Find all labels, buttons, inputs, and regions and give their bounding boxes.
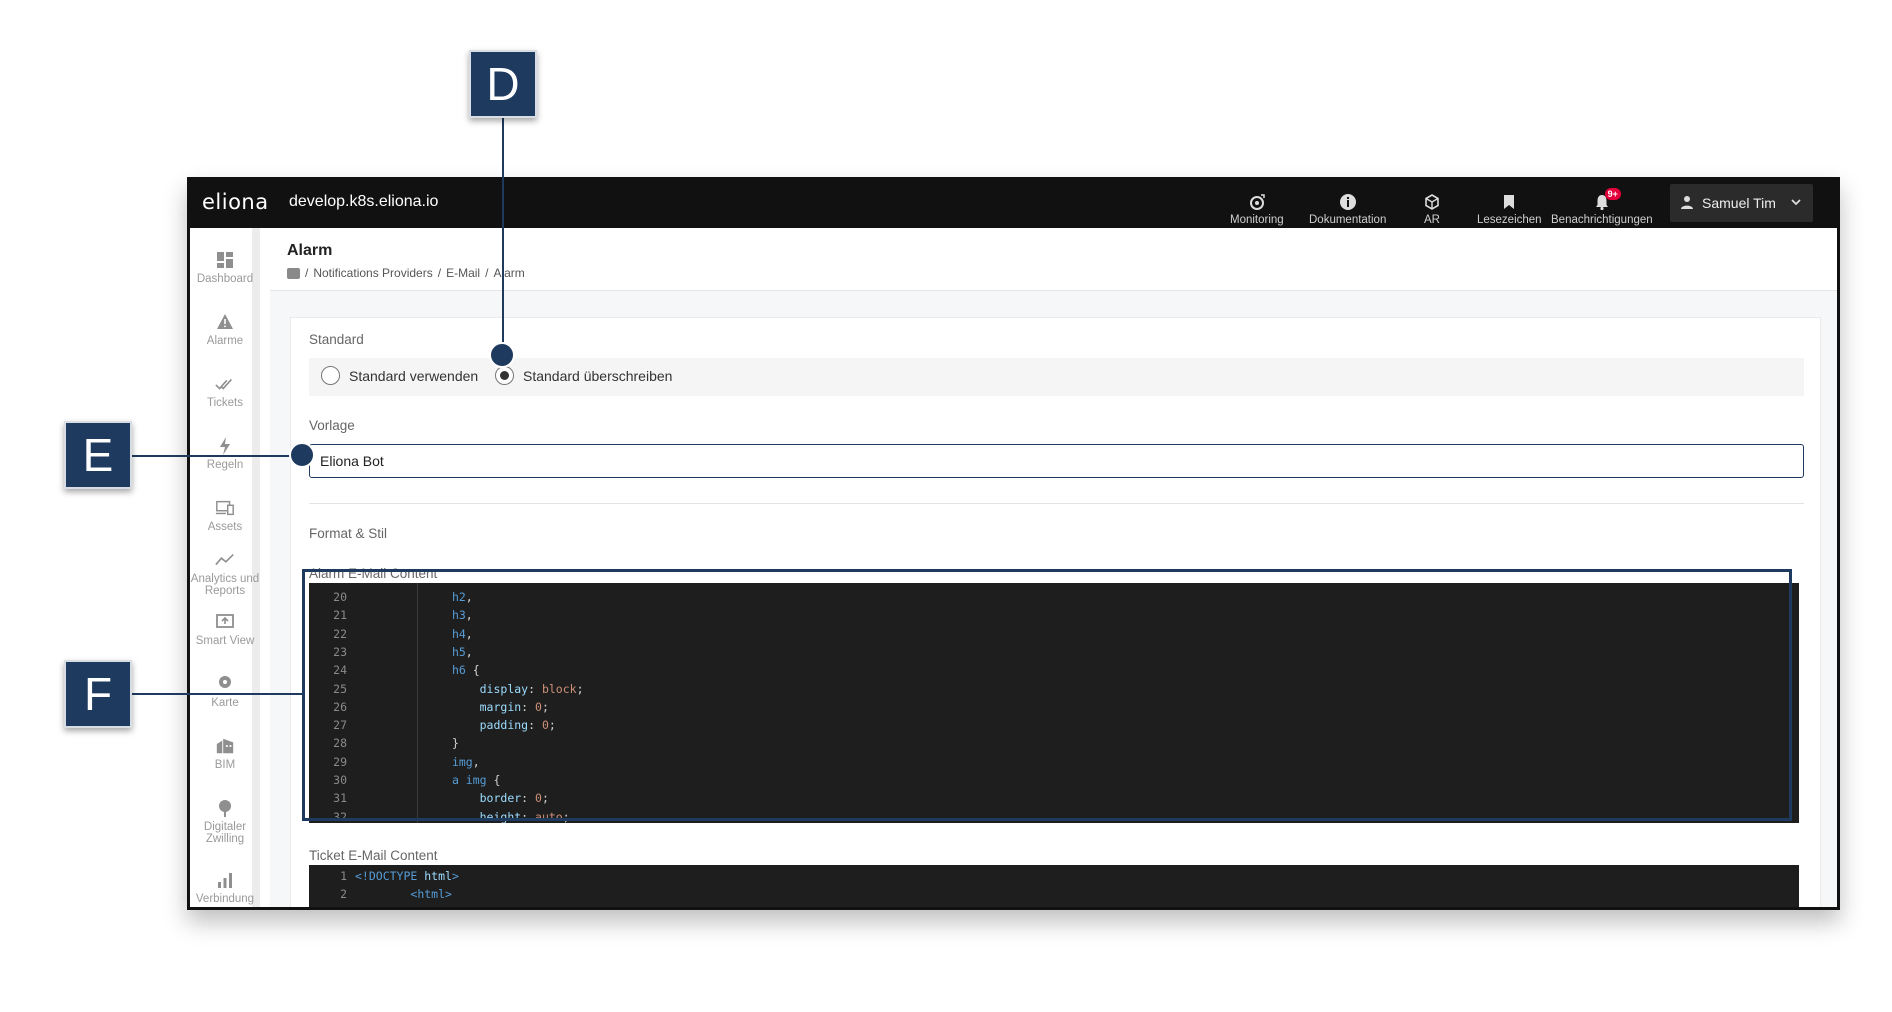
dashboard-icon (215, 250, 235, 270)
chevron-down-icon (1790, 195, 1802, 211)
pin-e (289, 442, 315, 468)
sidebar-item-regeln[interactable]: Regeln (190, 436, 260, 471)
lightning-icon (215, 436, 235, 456)
leader-line-e (132, 455, 302, 457)
code-line: 2 <html> (309, 885, 1799, 903)
tickets-check-icon (215, 374, 235, 394)
pin-d (489, 342, 515, 368)
sidebar-item-digitaler-zwilling[interactable]: Digitaler Zwilling (190, 798, 260, 845)
breadcrumb-item[interactable]: E-Mail (446, 266, 480, 280)
radio-use-default[interactable]: Standard verwenden (321, 366, 478, 385)
sidebar-item-label: Smart View (195, 635, 255, 647)
bim-building-icon (215, 736, 235, 756)
user-icon (1680, 195, 1694, 212)
callout-d: D (469, 50, 537, 118)
sidebar-item-label: Verbindung (195, 893, 255, 905)
eliona-logo[interactable]: eliona (202, 190, 269, 214)
sidebar-item-analytics[interactable]: Analytics und Reports (190, 550, 260, 597)
nav-lesezeichen[interactable]: Lesezeichen (1477, 184, 1542, 226)
sidebar-item-label: BIM (214, 759, 236, 771)
sidebar-item-label: Karte (211, 697, 239, 709)
host-name: develop.k8s.eliona.io (289, 193, 439, 210)
sidebar-item-alarme[interactable]: Alarme (190, 312, 260, 347)
nav-lesezeichen-label: Lesezeichen (1477, 214, 1542, 226)
notification-badge: 9+ (1604, 188, 1621, 200)
radio-use-default-label: Standard verwenden (349, 367, 479, 384)
format-section-title: Format & Stil (309, 526, 388, 541)
callout-f: F (64, 660, 132, 728)
top-bar: eliona develop.k8s.eliona.io Monitoring … (190, 180, 1837, 228)
user-menu-button[interactable]: Samuel Tim (1670, 184, 1813, 222)
nav-benachrichtigungen[interactable]: 9+ Benachrichtigungen (1551, 184, 1653, 226)
ar-cube-icon (1422, 192, 1442, 212)
sidebar-item-label: Analytics und Reports (190, 573, 260, 597)
line-number: 1 (340, 869, 347, 883)
line-number: 2 (340, 887, 347, 902)
sidebar-item-label: Digitaler Zwilling (203, 821, 247, 845)
radio-override-label: Standard überschreiben (523, 367, 673, 384)
sidebar-item-label: Alarme (206, 335, 244, 347)
bell-icon: 9+ (1592, 188, 1621, 212)
nav-ar[interactable]: AR (1422, 184, 1442, 226)
ticket-content-label: Ticket E-Mail Content (309, 848, 438, 863)
divider (309, 503, 1804, 504)
sidebar: Dashboard Alarme Tickets Regeln Assets A… (190, 228, 260, 907)
template-label: Vorlage (309, 418, 355, 433)
ticket-email-code-editor[interactable]: 1<!DOCTYPE html>2 <html>3 <head> (309, 865, 1799, 907)
sidebar-item-verbindung[interactable]: Verbindung (190, 870, 260, 905)
alarm-warning-icon (215, 312, 235, 332)
breadcrumb: / Notifications Providers / E-Mail / Ala… (287, 266, 525, 280)
sidebar-item-assets[interactable]: Assets (190, 498, 260, 533)
nav-monitoring-label: Monitoring (1230, 214, 1284, 226)
code-line: 1 <!DOCTYPE html> (309, 867, 1799, 885)
sidebar-item-label: Tickets (207, 397, 243, 409)
bookmark-icon (1499, 192, 1519, 212)
standard-label: Standard (309, 332, 364, 347)
sidebar-item-label: Assets (207, 521, 243, 533)
sidebar-item-tickets[interactable]: Tickets (190, 374, 260, 409)
nav-dokumentation-label: Dokumentation (1309, 214, 1387, 226)
leader-line-f (132, 693, 304, 695)
line-number: 3 (309, 904, 347, 907)
sidebar-item-bim[interactable]: BIM (190, 736, 260, 771)
assets-devices-icon (215, 498, 235, 518)
leader-line-d (502, 118, 504, 350)
nav-ar-label: AR (1424, 214, 1440, 226)
sidebar-item-label: Regeln (206, 459, 244, 471)
breadcrumb-item[interactable]: Notifications Providers (313, 266, 432, 280)
standard-radio-group: Standard verwenden Standard überschreibe… (309, 358, 1804, 396)
callout-e: E (64, 421, 132, 489)
breadcrumb-item-current: Alarm (493, 266, 525, 280)
code-line: 3 <head> (309, 904, 1799, 907)
info-icon (1338, 192, 1358, 212)
nav-monitoring[interactable]: Monitoring (1230, 184, 1284, 226)
code-text: <head> (355, 904, 466, 907)
monitoring-icon (1247, 192, 1267, 212)
home-icon[interactable] (287, 267, 300, 279)
page-title: Alarm (287, 242, 333, 259)
highlight-box-f (302, 569, 1792, 821)
map-pin-icon (215, 674, 235, 694)
sidebar-item-smart-view[interactable]: Smart View (190, 612, 260, 647)
connection-bars-icon (215, 870, 235, 890)
radio-circle[interactable] (321, 366, 340, 385)
sidebar-item-label: Dashboard (196, 273, 254, 285)
sidebar-item-karte[interactable]: Karte (190, 674, 260, 709)
user-name: Samuel Tim (1702, 195, 1776, 211)
nav-dokumentation[interactable]: Dokumentation (1309, 184, 1386, 226)
sidebar-item-dashboard[interactable]: Dashboard (190, 250, 260, 285)
analytics-line-icon (215, 550, 235, 570)
template-input[interactable] (309, 444, 1804, 478)
screenshot-stage: eliona develop.k8s.eliona.io Monitoring … (0, 0, 1892, 1012)
page-header: Alarm / Notifications Providers / E-Mail… (270, 228, 1837, 291)
nav-benachrichtigungen-label: Benachrichtigungen (1551, 214, 1653, 226)
digital-twin-icon (215, 798, 235, 818)
smart-view-icon (215, 612, 235, 632)
code-text: <!DOCTYPE html> (355, 869, 459, 883)
code-text: <html> (410, 887, 452, 902)
radio-circle-selected[interactable] (495, 366, 514, 385)
radio-override-default[interactable]: Standard überschreiben (495, 366, 672, 385)
